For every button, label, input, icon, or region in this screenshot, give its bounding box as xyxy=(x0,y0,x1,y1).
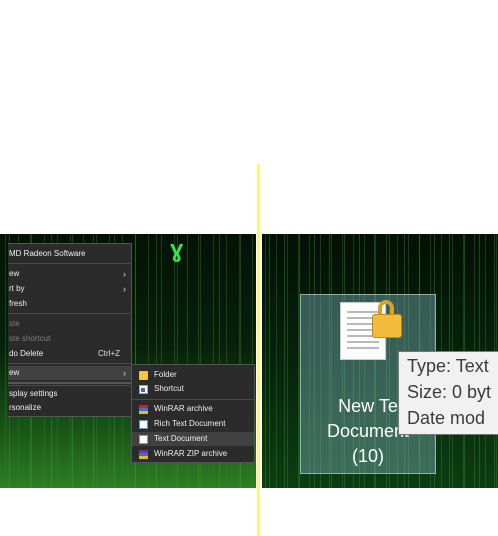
wallpaper-glyph: ɣ xyxy=(170,236,184,263)
menu-separator xyxy=(8,385,132,386)
submenu-item-label: Folder xyxy=(154,370,177,379)
menu-item-label: ew xyxy=(9,368,20,377)
menu-item-new[interactable]: ew › xyxy=(8,366,132,380)
submenu-item-winrar-zip[interactable]: WinRAR ZIP archive xyxy=(132,447,254,461)
submenu-item-rich-text[interactable]: Rich Text Document xyxy=(132,417,254,431)
file-name-line: (10) xyxy=(351,446,384,466)
submenu-item-label: Shortcut xyxy=(154,384,184,393)
menu-item-view[interactable]: ew › xyxy=(8,267,132,281)
menu-item-label: rt by xyxy=(9,284,25,293)
menu-item-refresh[interactable]: fresh xyxy=(8,297,132,311)
menu-item-label: do Delete xyxy=(9,349,44,358)
submenu-item-winrar-archive[interactable]: WinRAR archive xyxy=(132,402,254,416)
menu-item-label: rsonalize xyxy=(9,403,42,412)
menu-separator xyxy=(8,263,132,264)
file-info-tooltip: Type: Text Size: 0 byt Date mod xyxy=(398,351,498,435)
submenu-item-label: Text Document xyxy=(154,434,208,443)
desktop-context-menu-lower: splay settings rsonalize xyxy=(8,383,132,417)
menu-item-display-settings[interactable]: splay settings xyxy=(8,387,132,401)
divider-line xyxy=(257,164,260,536)
menu-item-amd-radeon[interactable]: MD Radeon Software xyxy=(8,247,132,261)
chevron-right-icon: › xyxy=(123,368,126,378)
menu-item-undo-delete[interactable]: do Delete Ctrl+Z xyxy=(8,347,132,361)
submenu-item-label: Rich Text Document xyxy=(154,419,226,428)
desktop-context-menu: MD Radeon Software ew › rt by › fresh ste … xyxy=(8,243,132,383)
menu-item-personalize[interactable]: rsonalize xyxy=(8,401,132,415)
submenu-item-folder[interactable]: Folder xyxy=(132,368,254,382)
tooltip-date: Date mod xyxy=(407,408,486,428)
menu-item-label: splay settings xyxy=(9,389,58,398)
new-submenu: Folder Shortcut WinRAR archive Rich Text… xyxy=(131,364,255,463)
chevron-right-icon: › xyxy=(123,284,126,294)
tooltip-type: Type: Text xyxy=(407,356,489,376)
menu-item-paste-shortcut[interactable]: ste shortcut xyxy=(8,332,132,346)
rich-text-icon xyxy=(139,420,148,429)
winrar-zip-icon xyxy=(139,450,148,459)
submenu-item-label: WinRAR ZIP archive xyxy=(154,449,228,458)
folder-icon xyxy=(139,371,148,380)
shortcut-icon xyxy=(139,385,148,394)
submenu-item-shortcut[interactable]: Shortcut xyxy=(132,382,254,396)
menu-item-label: ew xyxy=(9,269,20,278)
text-document-icon xyxy=(139,435,148,444)
menu-item-label: ste xyxy=(9,319,20,328)
menu-item-label: MD Radeon Software xyxy=(9,249,86,258)
menu-item-paste[interactable]: ste xyxy=(8,317,132,331)
submenu-separator xyxy=(132,399,254,400)
menu-item-label: ste shortcut xyxy=(9,334,51,343)
tooltip-size: Size: 0 byt xyxy=(407,382,492,402)
menu-separator xyxy=(8,313,132,314)
menu-separator xyxy=(8,363,132,364)
submenu-item-label: WinRAR archive xyxy=(154,404,213,413)
menu-item-label: fresh xyxy=(9,299,27,308)
menu-item-sort-by[interactable]: rt by › xyxy=(8,282,132,296)
menu-item-shortcut: Ctrl+Z xyxy=(98,349,120,358)
lock-icon xyxy=(372,300,404,340)
winrar-icon xyxy=(139,405,148,414)
chevron-right-icon: › xyxy=(123,269,126,279)
submenu-item-text-document[interactable]: Text Document xyxy=(132,432,254,446)
